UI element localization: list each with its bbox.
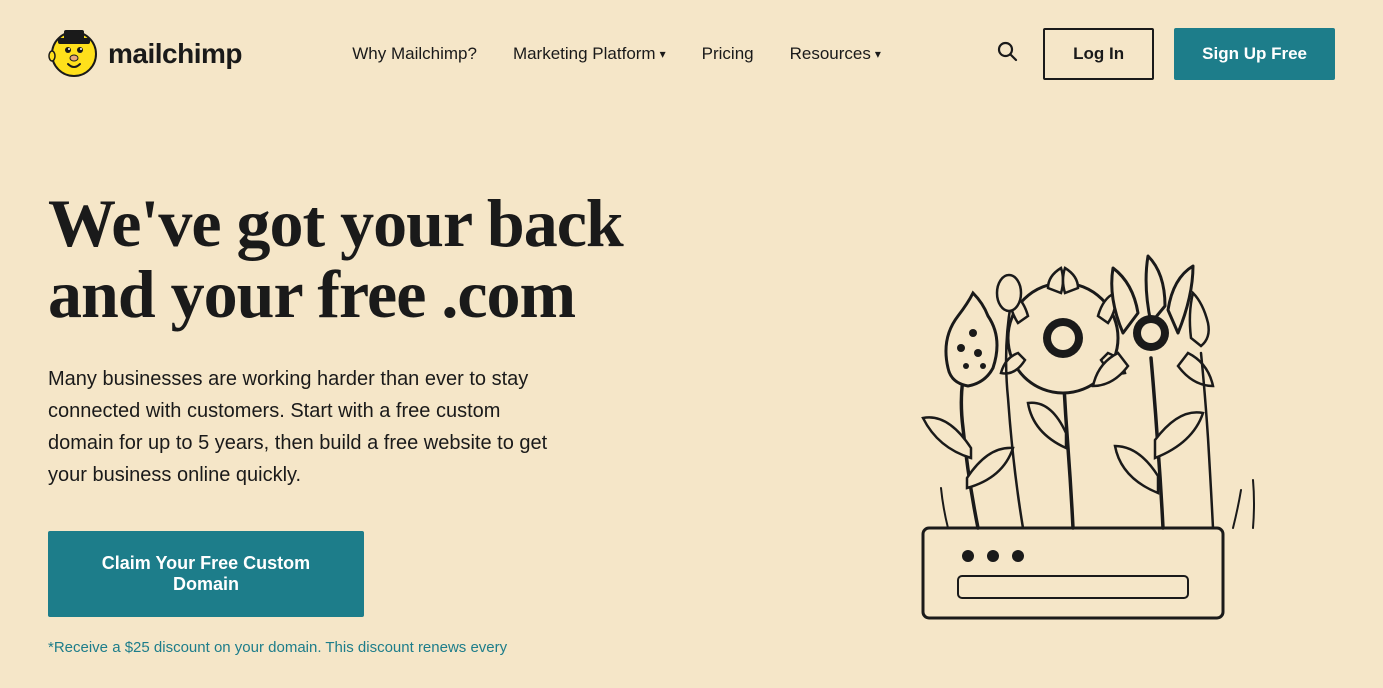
cta-button[interactable]: Claim Your Free Custom Domain [48,531,364,617]
site-header: mailchimp Why Mailchimp? Marketing Platf… [0,0,1383,108]
nav-item-marketing-platform[interactable]: Marketing Platform ▾ [513,44,666,64]
hero-description: Many businesses are working harder than … [48,363,558,491]
flowers-illustration [793,138,1353,658]
header-actions: Log In Sign Up Free [991,28,1335,80]
nav-item-resources[interactable]: Resources ▾ [790,44,881,64]
mailchimp-logo-icon [48,28,100,80]
disclaimer-text: *Receive a $25 discount on your domain. … [48,637,548,660]
nav-item-pricing[interactable]: Pricing [702,44,754,64]
hero-content: We've got your back and your free .com M… [48,148,728,659]
hero-section: We've got your back and your free .com M… [0,108,1383,669]
search-icon [995,39,1019,63]
nav-item-why-mailchimp[interactable]: Why Mailchimp? [352,44,477,64]
signup-button[interactable]: Sign Up Free [1174,28,1335,80]
chevron-down-icon: ▾ [875,47,881,61]
hero-title: We've got your back and your free .com [48,188,728,331]
login-button[interactable]: Log In [1043,28,1154,80]
search-button[interactable] [991,35,1023,73]
chevron-down-icon: ▾ [660,47,666,61]
hero-illustration [763,108,1383,688]
logo-wordmark: mailchimp [108,38,242,70]
main-nav: Why Mailchimp? Marketing Platform ▾ Pric… [352,44,881,64]
logo-link[interactable]: mailchimp [48,28,242,80]
